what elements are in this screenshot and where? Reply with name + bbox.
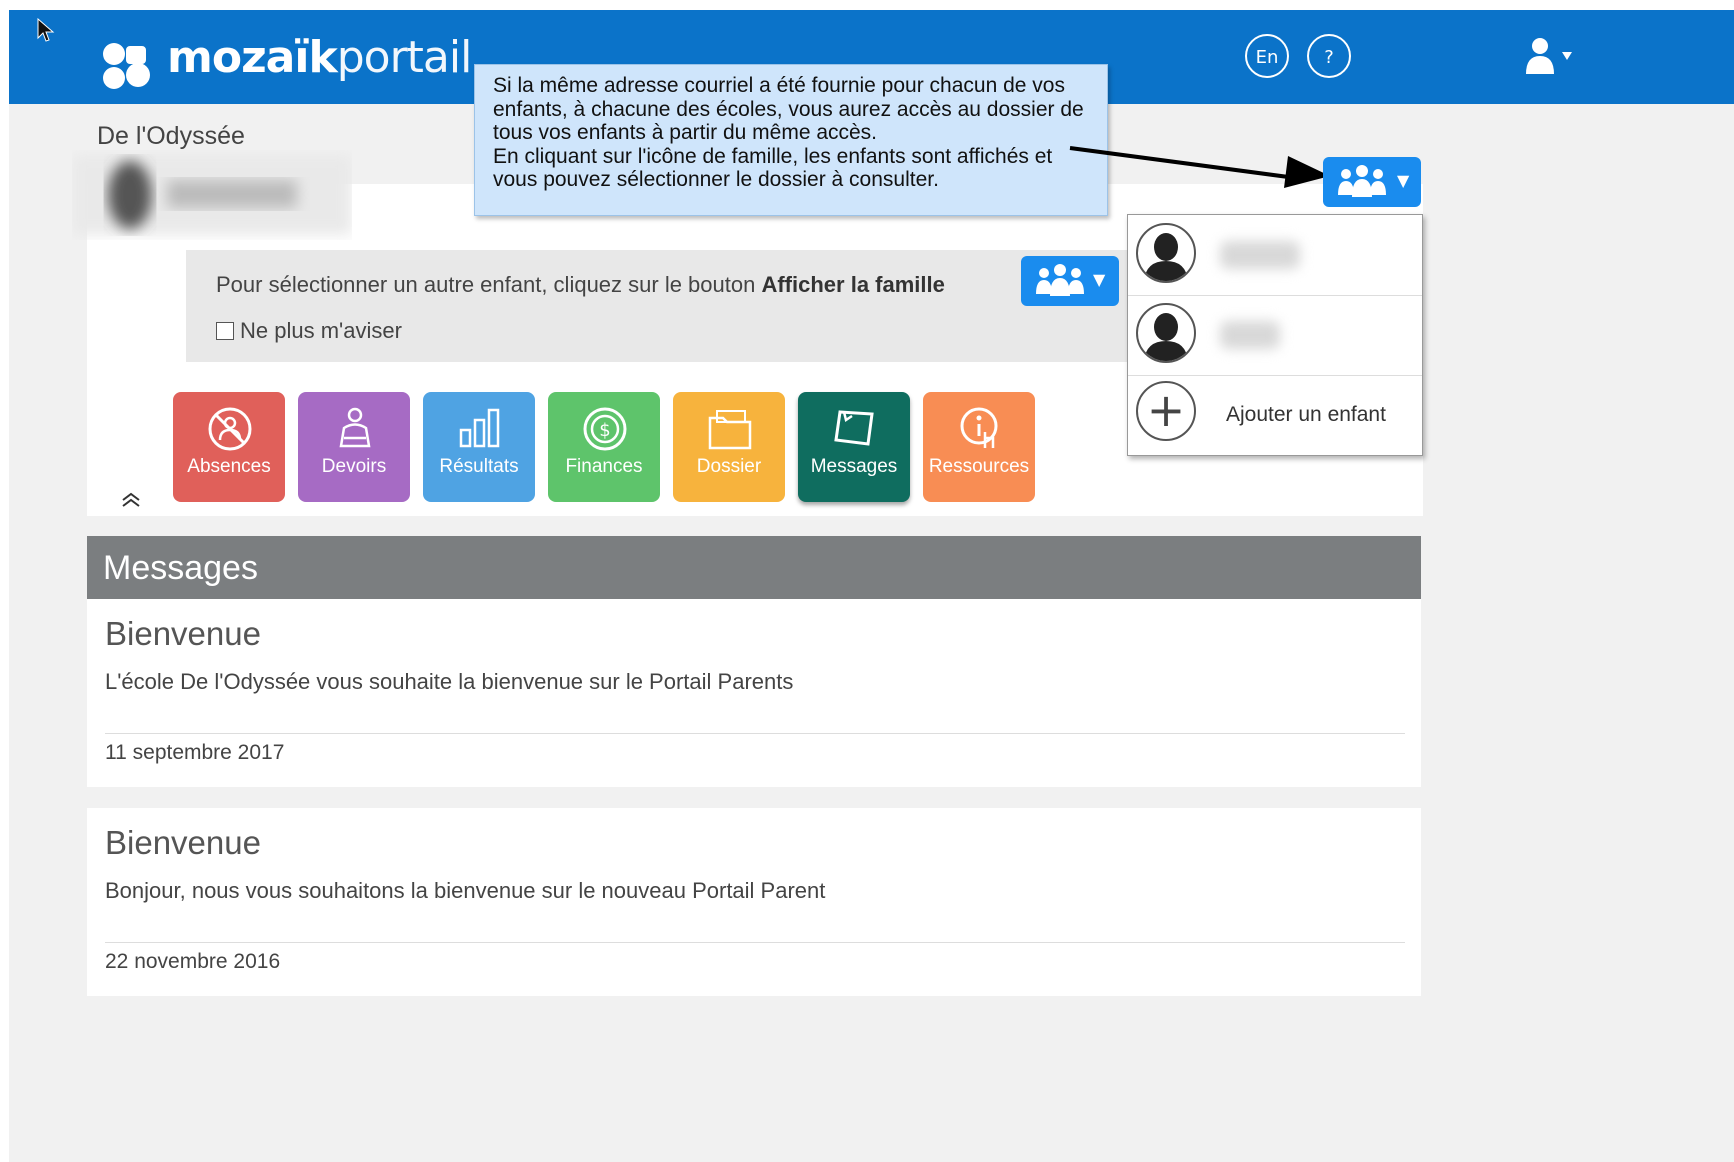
tile-absences-label: Absences bbox=[187, 456, 271, 477]
add-child-item[interactable]: + Ajouter un enfant bbox=[1128, 375, 1422, 455]
mozaik-logo-icon[interactable] bbox=[101, 42, 159, 90]
tile-ressources-label: Ressources bbox=[928, 456, 1030, 477]
tile-resultats[interactable]: Résultats bbox=[423, 392, 535, 502]
finances-icon: $ bbox=[583, 407, 627, 451]
tile-finances[interactable]: $ Finances bbox=[548, 392, 660, 502]
tile-absences[interactable]: Absences bbox=[173, 392, 285, 502]
message-title: Bienvenue bbox=[105, 824, 261, 861]
chevron-down-icon: ▼ bbox=[1093, 270, 1106, 289]
divider bbox=[105, 733, 1405, 734]
notice-text: Pour sélectionner un autre enfant, cliqu… bbox=[216, 272, 945, 298]
dont-notify-label: Ne plus m'aviser bbox=[240, 318, 402, 343]
tile-messages-label: Messages bbox=[810, 456, 898, 477]
tile-finances-label: Finances bbox=[565, 456, 643, 477]
collapse-chevron-icon[interactable] bbox=[121, 492, 141, 508]
notice-text-bold: Afficher la famille bbox=[761, 272, 945, 297]
message-card[interactable]: Bienvenue Bonjour, nous vous souhaitons … bbox=[87, 808, 1421, 996]
mouse-cursor-icon bbox=[37, 18, 55, 42]
tile-messages[interactable]: Messages bbox=[798, 392, 910, 502]
family-icon bbox=[1036, 264, 1084, 296]
messages-header: Messages bbox=[87, 536, 1421, 599]
notice-text-prefix: Pour sélectionner un autre enfant, cliqu… bbox=[216, 272, 762, 297]
callout-line: enfants, à chacune des écoles, vous aure… bbox=[493, 97, 1084, 121]
brand-light: portail bbox=[336, 32, 473, 83]
devoirs-icon bbox=[339, 407, 371, 448]
school-name: De l'Odyssée bbox=[97, 122, 245, 150]
ressources-icon bbox=[960, 407, 998, 448]
callout-line: tous vos enfants à partir du même accès. bbox=[493, 121, 878, 144]
tile-resultats-label: Résultats bbox=[439, 456, 519, 477]
help-callout: Si la même adresse courriel a été fourni… bbox=[474, 64, 1108, 216]
dont-notify-checkbox[interactable] bbox=[216, 322, 234, 340]
dont-notify-row[interactable]: Ne plus m'aviser bbox=[216, 318, 402, 344]
callout-line: Si la même adresse courriel a été fourni… bbox=[493, 74, 1065, 97]
add-child-label: Ajouter un enfant bbox=[1226, 403, 1386, 426]
person-silhouette-icon bbox=[1144, 233, 1188, 281]
brand-name[interactable]: mozaïkportail bbox=[167, 28, 473, 88]
tile-devoirs[interactable]: Devoirs bbox=[298, 392, 410, 502]
svg-text:$: $ bbox=[599, 420, 610, 441]
message-card[interactable]: Bienvenue L'école De l'Odyssée vous souh… bbox=[87, 599, 1421, 787]
dossier-icon bbox=[708, 410, 752, 450]
family-icon bbox=[1338, 165, 1386, 197]
avatar bbox=[1136, 303, 1196, 363]
tile-ressources[interactable]: Ressources bbox=[923, 392, 1035, 502]
family-dropdown: + Ajouter un enfant bbox=[1127, 214, 1423, 456]
show-family-button-inline[interactable]: ▼ bbox=[1021, 256, 1119, 306]
callout-arrow-icon bbox=[1069, 146, 1330, 188]
callout-line: En cliquant sur l'icône de famille, les … bbox=[493, 144, 1053, 168]
message-title: Bienvenue bbox=[105, 615, 261, 652]
tile-devoirs-label: Devoirs bbox=[321, 456, 387, 477]
callout-line: vous pouvez sélectionner le dossier à co… bbox=[493, 168, 939, 191]
show-family-button[interactable]: ▼ bbox=[1323, 157, 1421, 207]
page: mozaïkportail En ? De l'Odyssée Pour sél… bbox=[9, 10, 1734, 1162]
message-body: Bonjour, nous vous souhaitons la bienven… bbox=[105, 878, 826, 903]
language-button[interactable]: En bbox=[1245, 34, 1289, 78]
divider bbox=[105, 942, 1405, 943]
brand-bold: mozaïk bbox=[167, 32, 338, 83]
blurred-child-name bbox=[1220, 321, 1280, 349]
blurred-child-identity bbox=[72, 155, 352, 235]
tile-dossier-label: Dossier bbox=[696, 456, 762, 477]
child-item[interactable] bbox=[1128, 215, 1422, 296]
plus-icon: + bbox=[1136, 381, 1196, 441]
messages-icon bbox=[834, 410, 874, 446]
blurred-child-name bbox=[1220, 241, 1300, 269]
message-body: L'école De l'Odyssée vous souhaite la bi… bbox=[105, 669, 794, 694]
avatar bbox=[1136, 223, 1196, 283]
message-date: 22 novembre 2016 bbox=[105, 950, 281, 973]
chevron-down-icon: ▼ bbox=[1397, 171, 1410, 190]
child-item[interactable] bbox=[1128, 295, 1422, 376]
person-silhouette-icon bbox=[1144, 313, 1188, 361]
message-date: 11 septembre 2017 bbox=[105, 741, 285, 764]
user-menu-icon[interactable] bbox=[1524, 36, 1584, 76]
tile-dossier[interactable]: Dossier bbox=[673, 392, 785, 502]
resultats-icon bbox=[459, 408, 500, 448]
help-button[interactable]: ? bbox=[1307, 34, 1351, 78]
absences-icon bbox=[208, 407, 252, 451]
